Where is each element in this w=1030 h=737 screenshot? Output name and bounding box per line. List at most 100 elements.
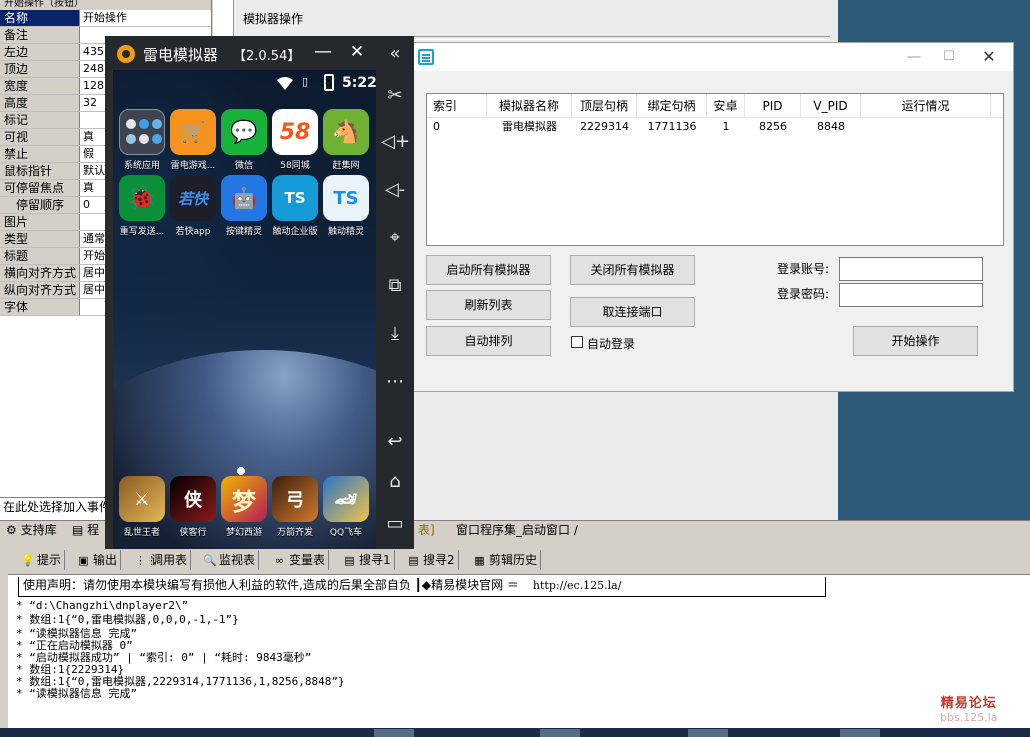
taskbar-button[interactable] (374, 729, 414, 737)
log-line: * 数组:1{“0,雷电模拟器,0,0,0,-1,-1”} (16, 613, 239, 626)
property-name: 鼠标指针 (0, 163, 80, 179)
app-shortcut[interactable]: 💬 微信 (217, 109, 271, 171)
tab-label: 提示 (37, 553, 62, 567)
table-row[interactable]: 0 雷电模拟器 2229314 1771136 1 8256 8848 (427, 118, 1003, 136)
game-icon: 梦 (221, 476, 267, 522)
volume-down-icon[interactable]: ◁- (381, 176, 409, 204)
start-operation-button[interactable]: 开始操作 (853, 326, 978, 356)
taskbar-button[interactable] (688, 729, 728, 737)
usage-notice: 使用声明：请勿使用本模块编写有损他人利益的软件,造成的后果全部自负 ┃◆精易模块… (18, 577, 826, 597)
emulator-list-table[interactable]: 索引 模拟器名称 顶层句柄 绑定句柄 安卓 PID V_PID 运行情况 0 雷电模拟器 2229… (426, 93, 1004, 246)
taskbar (0, 728, 1030, 737)
disconnect-port-button[interactable]: 取连接端口 (570, 297, 695, 327)
property-name: 横向对齐方式 (0, 265, 80, 281)
tool-window-titlebar[interactable]: — ☐ ✕ (414, 43, 1013, 71)
dock-app[interactable]: 弓万箭齐发 (268, 476, 322, 538)
auto-arrange-button[interactable]: 自动排列 (426, 326, 551, 356)
dock-app[interactable]: 侠侠客行 (166, 476, 220, 538)
app-icon: TS (272, 175, 318, 221)
property-name: 纵向对齐方式 (0, 282, 80, 298)
app-shortcut[interactable]: TS 触动企业版 (268, 175, 322, 237)
dock-app[interactable]: 🏎 QQ飞车 (319, 476, 373, 538)
app-shortcut[interactable]: TS 触动精灵 (319, 175, 373, 237)
app-shortcut[interactable]: 系统应用 (115, 109, 169, 171)
tab-support-library[interactable]: ⚙ 支持库 (2, 521, 64, 540)
property-name: 禁止 (0, 146, 80, 162)
tab-var-table[interactable]: ∞ 变量表 (270, 550, 330, 570)
column-header[interactable]: 绑定句柄 (637, 94, 707, 118)
dock-app[interactable]: ⚔ 乱世王者 (115, 476, 169, 538)
location-icon[interactable]: ⌖ (381, 224, 409, 252)
tab-window-assembly[interactable]: 窗口程序集_启动窗口 / (452, 521, 592, 540)
tab-clip-history[interactable]: ▦ 剪辑历史 (470, 550, 542, 570)
multi-window-icon[interactable]: ⧉ (381, 272, 409, 300)
game-icon: 侠 (170, 476, 216, 522)
property-name: 可视 (0, 129, 80, 145)
minimize-icon[interactable]: — (311, 39, 335, 65)
tab-program[interactable]: ▤ 程 (68, 521, 108, 540)
tab-watch[interactable]: 🔍 监视表 (200, 550, 260, 570)
tab-label: 窗口程序集_启动窗口 (456, 523, 571, 537)
minimize-icon[interactable]: — (899, 46, 929, 68)
start-all-button[interactable]: 启动所有模拟器 (426, 255, 551, 285)
property-name: 可停留焦点 (0, 180, 80, 196)
property-name: 字体 (0, 299, 80, 315)
list-icon: ⋮⋮ (135, 554, 157, 567)
tab-label: 搜寻1 (359, 553, 391, 567)
tab-output[interactable]: ▣ 输出 (74, 550, 122, 570)
column-header[interactable]: 模拟器名称 (487, 94, 572, 118)
collapse-icon[interactable]: « (381, 40, 409, 68)
app-shortcut[interactable]: 🤖 按键精灵 (217, 175, 271, 237)
property-row[interactable]: 名称 开始操作 (0, 10, 211, 27)
column-header[interactable]: 运行情况 (861, 94, 991, 118)
clipboard-icon: ▦ (474, 554, 485, 567)
android-screen[interactable]: ▯ 5:22 系统应用 🛒 雷电游戏... 💬 微信 58 58同城 🐴 赶集网 🐞 重写发送...… (113, 70, 376, 549)
column-header[interactable]: 顶层句柄 (572, 94, 637, 118)
tab-search2[interactable]: ▤ 搜寻2 (404, 550, 459, 570)
app-shortcut[interactable]: 若快 若快app (166, 175, 220, 237)
more-icon[interactable]: ⋯ (381, 368, 409, 396)
password-input[interactable] (839, 283, 983, 307)
app-shortcut[interactable]: 58 58同城 (268, 109, 322, 171)
column-header[interactable]: 安卓 (707, 94, 745, 118)
app-icon: 58 (272, 109, 318, 155)
tab-call-table[interactable]: ⋮⋮调用表 (132, 550, 192, 570)
app-icon: 🛒 (170, 109, 216, 155)
property-name: 名称 (0, 10, 80, 26)
tab-search1[interactable]: ▤ 搜寻1 (340, 550, 395, 570)
volume-up-icon[interactable]: ◁+ (381, 128, 410, 156)
notice-url[interactable]: http://ec.125.la/ (533, 579, 622, 592)
column-header[interactable]: V_PID (801, 94, 861, 118)
app-icon: TS (323, 175, 369, 221)
apk-install-icon[interactable]: ⤓ (381, 320, 409, 348)
close-icon[interactable]: ✕ (345, 39, 369, 65)
close-all-button[interactable]: 关闭所有模拟器 (570, 255, 695, 285)
column-header[interactable]: PID (745, 94, 801, 118)
app-label: 万箭齐发 (276, 528, 313, 538)
property-value[interactable]: 开始操作 (80, 10, 211, 26)
app-shortcut[interactable]: 🐴 赶集网 (319, 109, 373, 171)
scissors-icon[interactable]: ✂ (381, 82, 409, 110)
back-icon[interactable]: ↩ (381, 428, 409, 456)
app-icon (119, 109, 165, 155)
game-icon: ⚔ (119, 476, 165, 522)
maximize-icon[interactable]: ☐ (934, 46, 964, 68)
auto-login-checkbox[interactable] (571, 336, 583, 348)
column-header[interactable]: 索引 (427, 94, 487, 118)
property-name: 类型 (0, 231, 80, 247)
home-icon[interactable]: ⌂ (381, 468, 409, 496)
app-shortcut[interactable]: 🛒 雷电游戏... (166, 109, 220, 171)
taskbar-button[interactable] (540, 729, 580, 737)
refresh-list-button[interactable]: 刷新列表 (426, 290, 551, 320)
recent-apps-icon[interactable]: ▭ (381, 510, 409, 538)
tab-table[interactable]: 表] (414, 521, 452, 540)
close-icon[interactable]: ✕ (974, 46, 1004, 68)
property-name: 标题 (0, 248, 80, 264)
game-icon: 🏎 (323, 476, 369, 522)
account-input[interactable] (839, 257, 983, 281)
taskbar-button[interactable] (840, 729, 880, 737)
tab-hint[interactable]: 💡 提示 (18, 550, 66, 570)
app-shortcut[interactable]: 🐞 重写发送... (115, 175, 169, 237)
emulator-titlebar[interactable]: 雷电模拟器 【2.0.54】 — ✕ (105, 36, 414, 70)
dock-app[interactable]: 梦梦幻西游 (217, 476, 271, 538)
